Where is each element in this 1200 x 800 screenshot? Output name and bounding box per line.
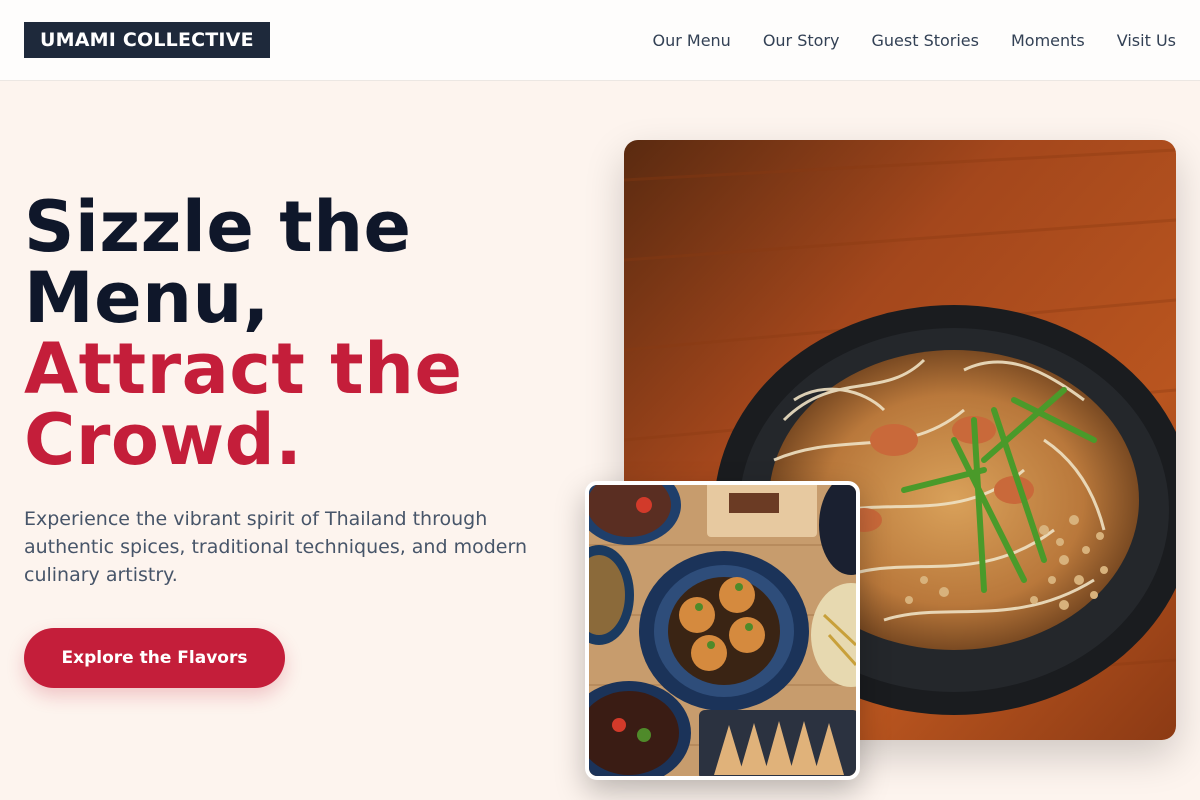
nav-item-our-menu[interactable]: Our Menu xyxy=(652,31,730,50)
hero-headline: Sizzle the Menu, Attract the Crowd. xyxy=(24,192,584,476)
headline-line-1: Sizzle the xyxy=(24,186,412,268)
main-nav: Our Menu Our Story Guest Stories Moments… xyxy=(652,0,1176,80)
nav-item-guest-stories[interactable]: Guest Stories xyxy=(871,31,979,50)
nav-item-moments[interactable]: Moments xyxy=(1011,31,1085,50)
thai-dishes-spread-photo xyxy=(585,481,860,780)
site-header: UMAMI COLLECTIVE Our Menu Our Story Gues… xyxy=(0,0,1200,81)
nav-item-visit-us[interactable]: Visit Us xyxy=(1117,31,1176,50)
hero-description: Experience the vibrant spirit of Thailan… xyxy=(24,508,527,586)
headline-line-4: Crowd. xyxy=(24,399,303,481)
explore-flavors-button[interactable]: Explore the Flavors xyxy=(24,628,285,688)
headline-line-2: Menu, xyxy=(24,257,270,339)
nav-item-our-story[interactable]: Our Story xyxy=(763,31,840,50)
brand-logo[interactable]: UMAMI COLLECTIVE xyxy=(24,22,270,58)
headline-line-3: Attract the xyxy=(24,328,463,410)
